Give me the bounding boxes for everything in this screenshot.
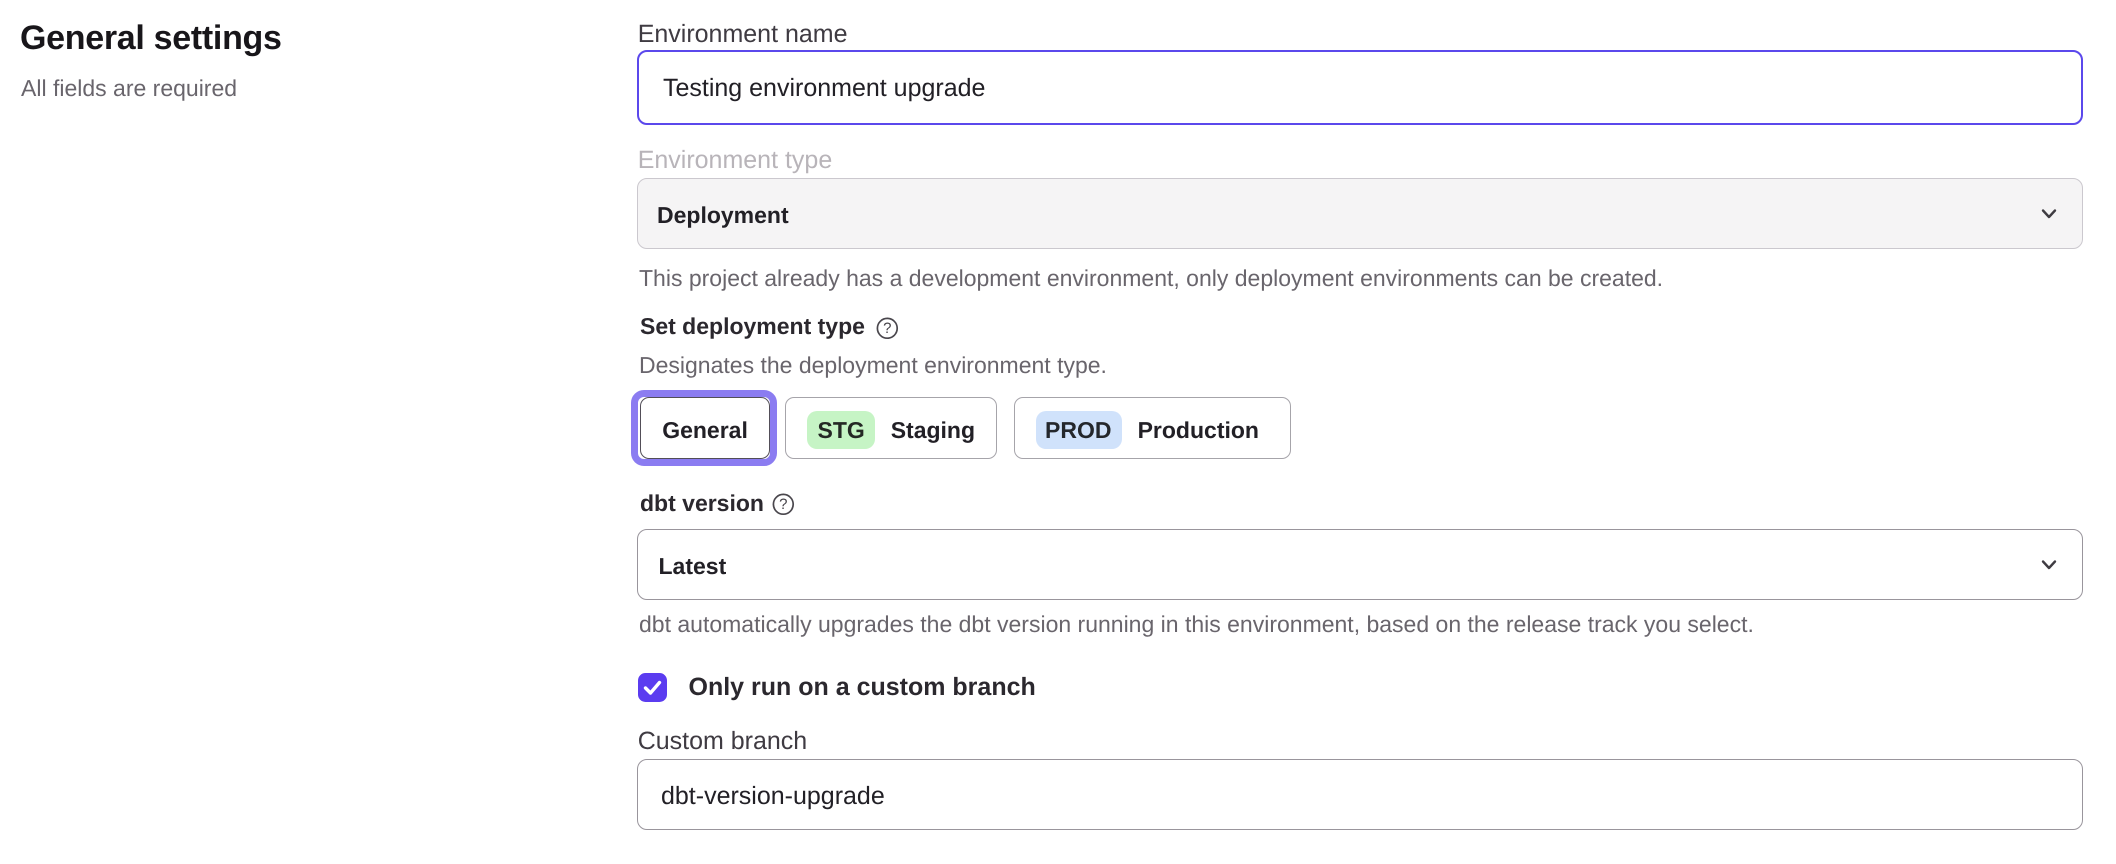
svg-text:?: ?: [883, 319, 891, 336]
svg-text:?: ?: [779, 496, 787, 513]
